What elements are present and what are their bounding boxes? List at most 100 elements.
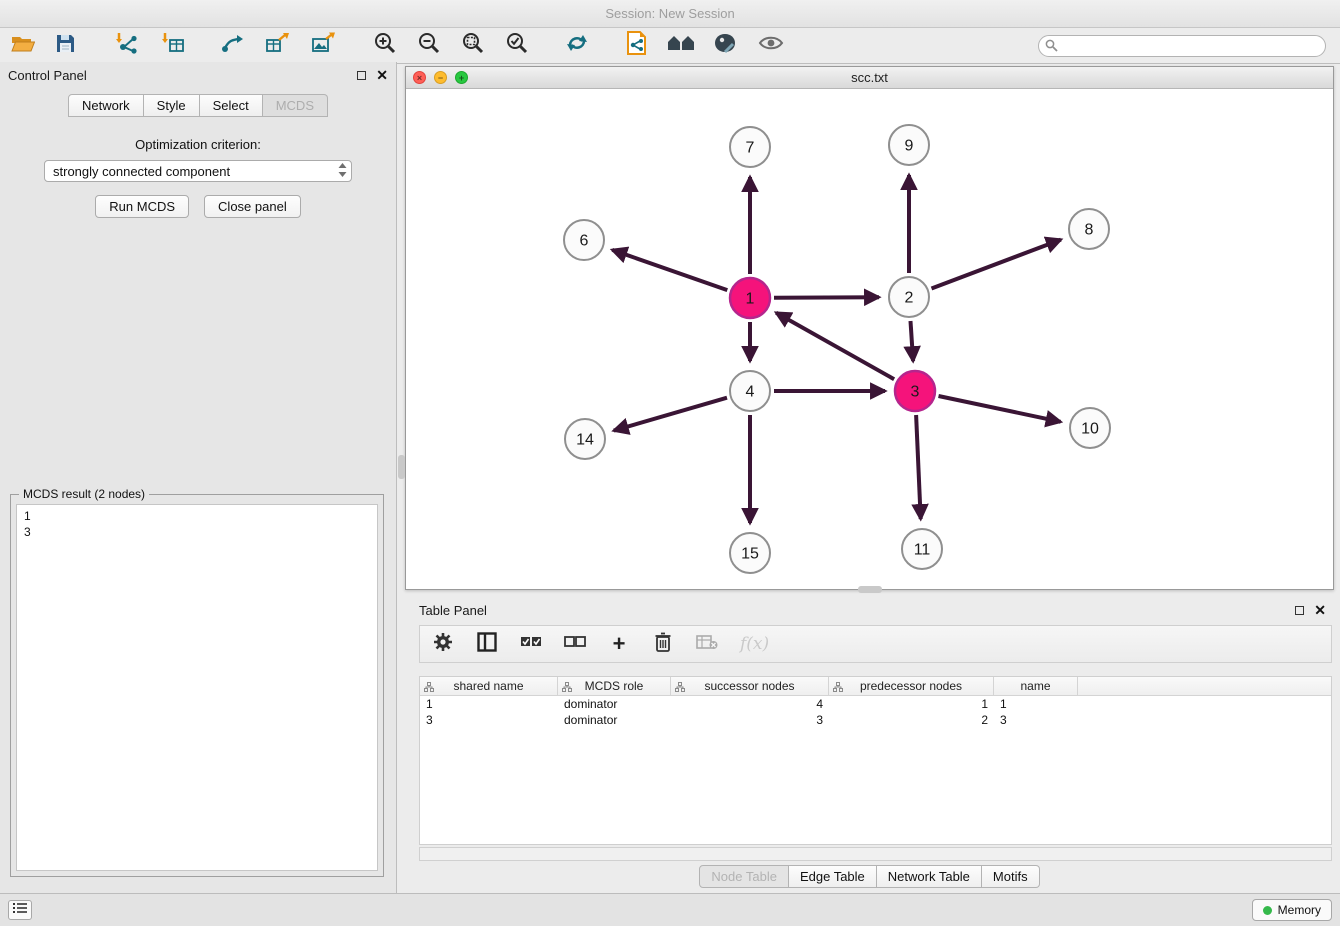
- tab-node-table[interactable]: Node Table: [699, 865, 789, 888]
- graph-edge-4-14[interactable]: [614, 398, 727, 431]
- graph-node-14[interactable]: 14: [565, 419, 605, 459]
- table-panel: Table Panel ✕: [405, 597, 1334, 890]
- graph-node-3[interactable]: 3: [895, 371, 935, 411]
- vertical-splitter-handle[interactable]: [398, 455, 405, 479]
- graph-node-11[interactable]: 11: [902, 529, 942, 569]
- table-cell-predecessor-nodes[interactable]: 1: [829, 696, 994, 712]
- paint-style-icon: [713, 32, 737, 59]
- graph-edge-3-11[interactable]: [916, 415, 921, 519]
- graph-node-label: 4: [746, 384, 755, 401]
- table-cell-successor-nodes[interactable]: 4: [671, 696, 829, 712]
- table-cell-predecessor-nodes[interactable]: 2: [829, 712, 994, 728]
- network-window-titlebar[interactable]: × − + scc.txt: [406, 67, 1333, 89]
- application-window: Session: New Session: [0, 0, 1340, 926]
- window-maximize-icon[interactable]: +: [455, 71, 468, 84]
- tab-select[interactable]: Select: [200, 94, 263, 117]
- first-neighbors-button[interactable]: [666, 31, 696, 61]
- control-panel: Control Panel ✕ NetworkStyleSelectMCDS O…: [0, 62, 397, 893]
- graph-edge-1-2[interactable]: [774, 297, 879, 298]
- apply-style-button[interactable]: [710, 31, 740, 61]
- delete-column-button[interactable]: [652, 632, 674, 656]
- graph-node-15[interactable]: 15: [730, 533, 770, 573]
- table-cell-shared-name[interactable]: 3: [420, 712, 558, 728]
- new-network-from-selection-button[interactable]: [622, 31, 652, 61]
- tab-mcds[interactable]: MCDS: [263, 94, 328, 117]
- export-image-button[interactable]: [308, 31, 338, 61]
- refresh-view-button[interactable]: [562, 31, 592, 61]
- close-panel-icon[interactable]: ✕: [376, 68, 388, 82]
- import-table-button[interactable]: [158, 31, 188, 61]
- table-cell-mcds-role[interactable]: dominator: [558, 712, 671, 728]
- table-row[interactable]: 3dominator323: [420, 712, 1331, 728]
- mcds-result-list[interactable]: 13: [16, 504, 378, 871]
- open-session-button[interactable]: [8, 31, 38, 61]
- graph-node-9[interactable]: 9: [889, 125, 929, 165]
- graph-node-8[interactable]: 8: [1069, 209, 1109, 249]
- float-table-panel-icon[interactable]: [1295, 606, 1304, 615]
- window-titlebar[interactable]: Session: New Session: [0, 0, 1340, 28]
- zoom-in-button[interactable]: [370, 31, 400, 61]
- columns-icon: [477, 632, 497, 657]
- graph-edge-3-10[interactable]: [939, 396, 1061, 422]
- unchecked-boxes-icon: [564, 635, 586, 653]
- optimization-criterion-dropdown[interactable]: strongly connected component: [44, 160, 352, 182]
- table-row[interactable]: 1dominator411: [420, 696, 1331, 712]
- zoom-selected-button[interactable]: [502, 31, 532, 61]
- network-tools-button[interactable]: [218, 31, 248, 61]
- graph-edge-2-3[interactable]: [911, 321, 914, 361]
- save-session-button[interactable]: [50, 31, 80, 61]
- tab-network-table[interactable]: Network Table: [877, 865, 982, 888]
- window-minimize-icon[interactable]: −: [434, 71, 447, 84]
- column-header-name[interactable]: name: [994, 677, 1078, 695]
- graph-edge-1-6[interactable]: [612, 250, 727, 290]
- task-history-button[interactable]: [8, 900, 32, 920]
- select-all-button[interactable]: [520, 632, 542, 656]
- column-type-icon: [562, 681, 572, 695]
- graph-node-6[interactable]: 6: [564, 220, 604, 260]
- show-column-panel-button[interactable]: [476, 632, 498, 656]
- graph-node-10[interactable]: 10: [1070, 408, 1110, 448]
- table-cell-shared-name[interactable]: 1: [420, 696, 558, 712]
- export-network-button[interactable]: [262, 31, 292, 61]
- close-table-panel-icon[interactable]: ✕: [1314, 603, 1326, 617]
- run-mcds-button[interactable]: Run MCDS: [95, 195, 189, 218]
- horizontal-splitter-handle[interactable]: [858, 586, 882, 593]
- table-cell-name[interactable]: 1: [994, 696, 1078, 712]
- table-cell-successor-nodes[interactable]: 3: [671, 712, 829, 728]
- add-column-button[interactable]: +: [608, 632, 630, 656]
- tab-motifs[interactable]: Motifs: [982, 865, 1040, 888]
- tab-style[interactable]: Style: [144, 94, 200, 117]
- search-input[interactable]: [1038, 35, 1326, 57]
- graph-node-2[interactable]: 2: [889, 277, 929, 317]
- column-header-successor-nodes[interactable]: successor nodes: [671, 677, 829, 695]
- column-header-mcds-role[interactable]: MCDS role: [558, 677, 671, 695]
- delete-table-button[interactable]: [696, 632, 718, 656]
- tab-network[interactable]: Network: [68, 94, 144, 117]
- show-hide-details-button[interactable]: [756, 31, 786, 61]
- zoom-out-button[interactable]: [414, 31, 444, 61]
- graph-node-4[interactable]: 4: [730, 371, 770, 411]
- graph-node-7[interactable]: 7: [730, 127, 770, 167]
- table-cell-name[interactable]: 3: [994, 712, 1078, 728]
- network-canvas[interactable]: 7 9 6 8 1 2 4 3 14 10 15 11: [406, 89, 1333, 589]
- memory-button[interactable]: Memory: [1252, 899, 1332, 921]
- window-close-icon[interactable]: ×: [413, 71, 426, 84]
- table-settings-button[interactable]: [432, 632, 454, 656]
- table-header-row: shared nameMCDS rolesuccessor nodesprede…: [420, 677, 1331, 696]
- close-panel-button[interactable]: Close panel: [204, 195, 301, 218]
- column-header-predecessor-nodes[interactable]: predecessor nodes: [829, 677, 994, 695]
- float-panel-icon[interactable]: [357, 71, 366, 80]
- graph-node-1[interactable]: 1: [730, 278, 770, 318]
- eye-icon: [758, 34, 784, 57]
- import-network-icon: [115, 32, 139, 59]
- tab-edge-table[interactable]: Edge Table: [789, 865, 877, 888]
- function-builder-button[interactable]: f(x): [740, 632, 769, 656]
- import-network-button[interactable]: [112, 31, 142, 61]
- deselect-all-button[interactable]: [564, 632, 586, 656]
- table-horizontal-scrollbar[interactable]: [419, 847, 1332, 861]
- graph-edge-3-1[interactable]: [776, 313, 894, 380]
- column-header-shared-name[interactable]: shared name: [420, 677, 558, 695]
- graph-edge-2-8[interactable]: [932, 240, 1061, 289]
- zoom-fit-button[interactable]: [458, 31, 488, 61]
- table-cell-mcds-role[interactable]: dominator: [558, 696, 671, 712]
